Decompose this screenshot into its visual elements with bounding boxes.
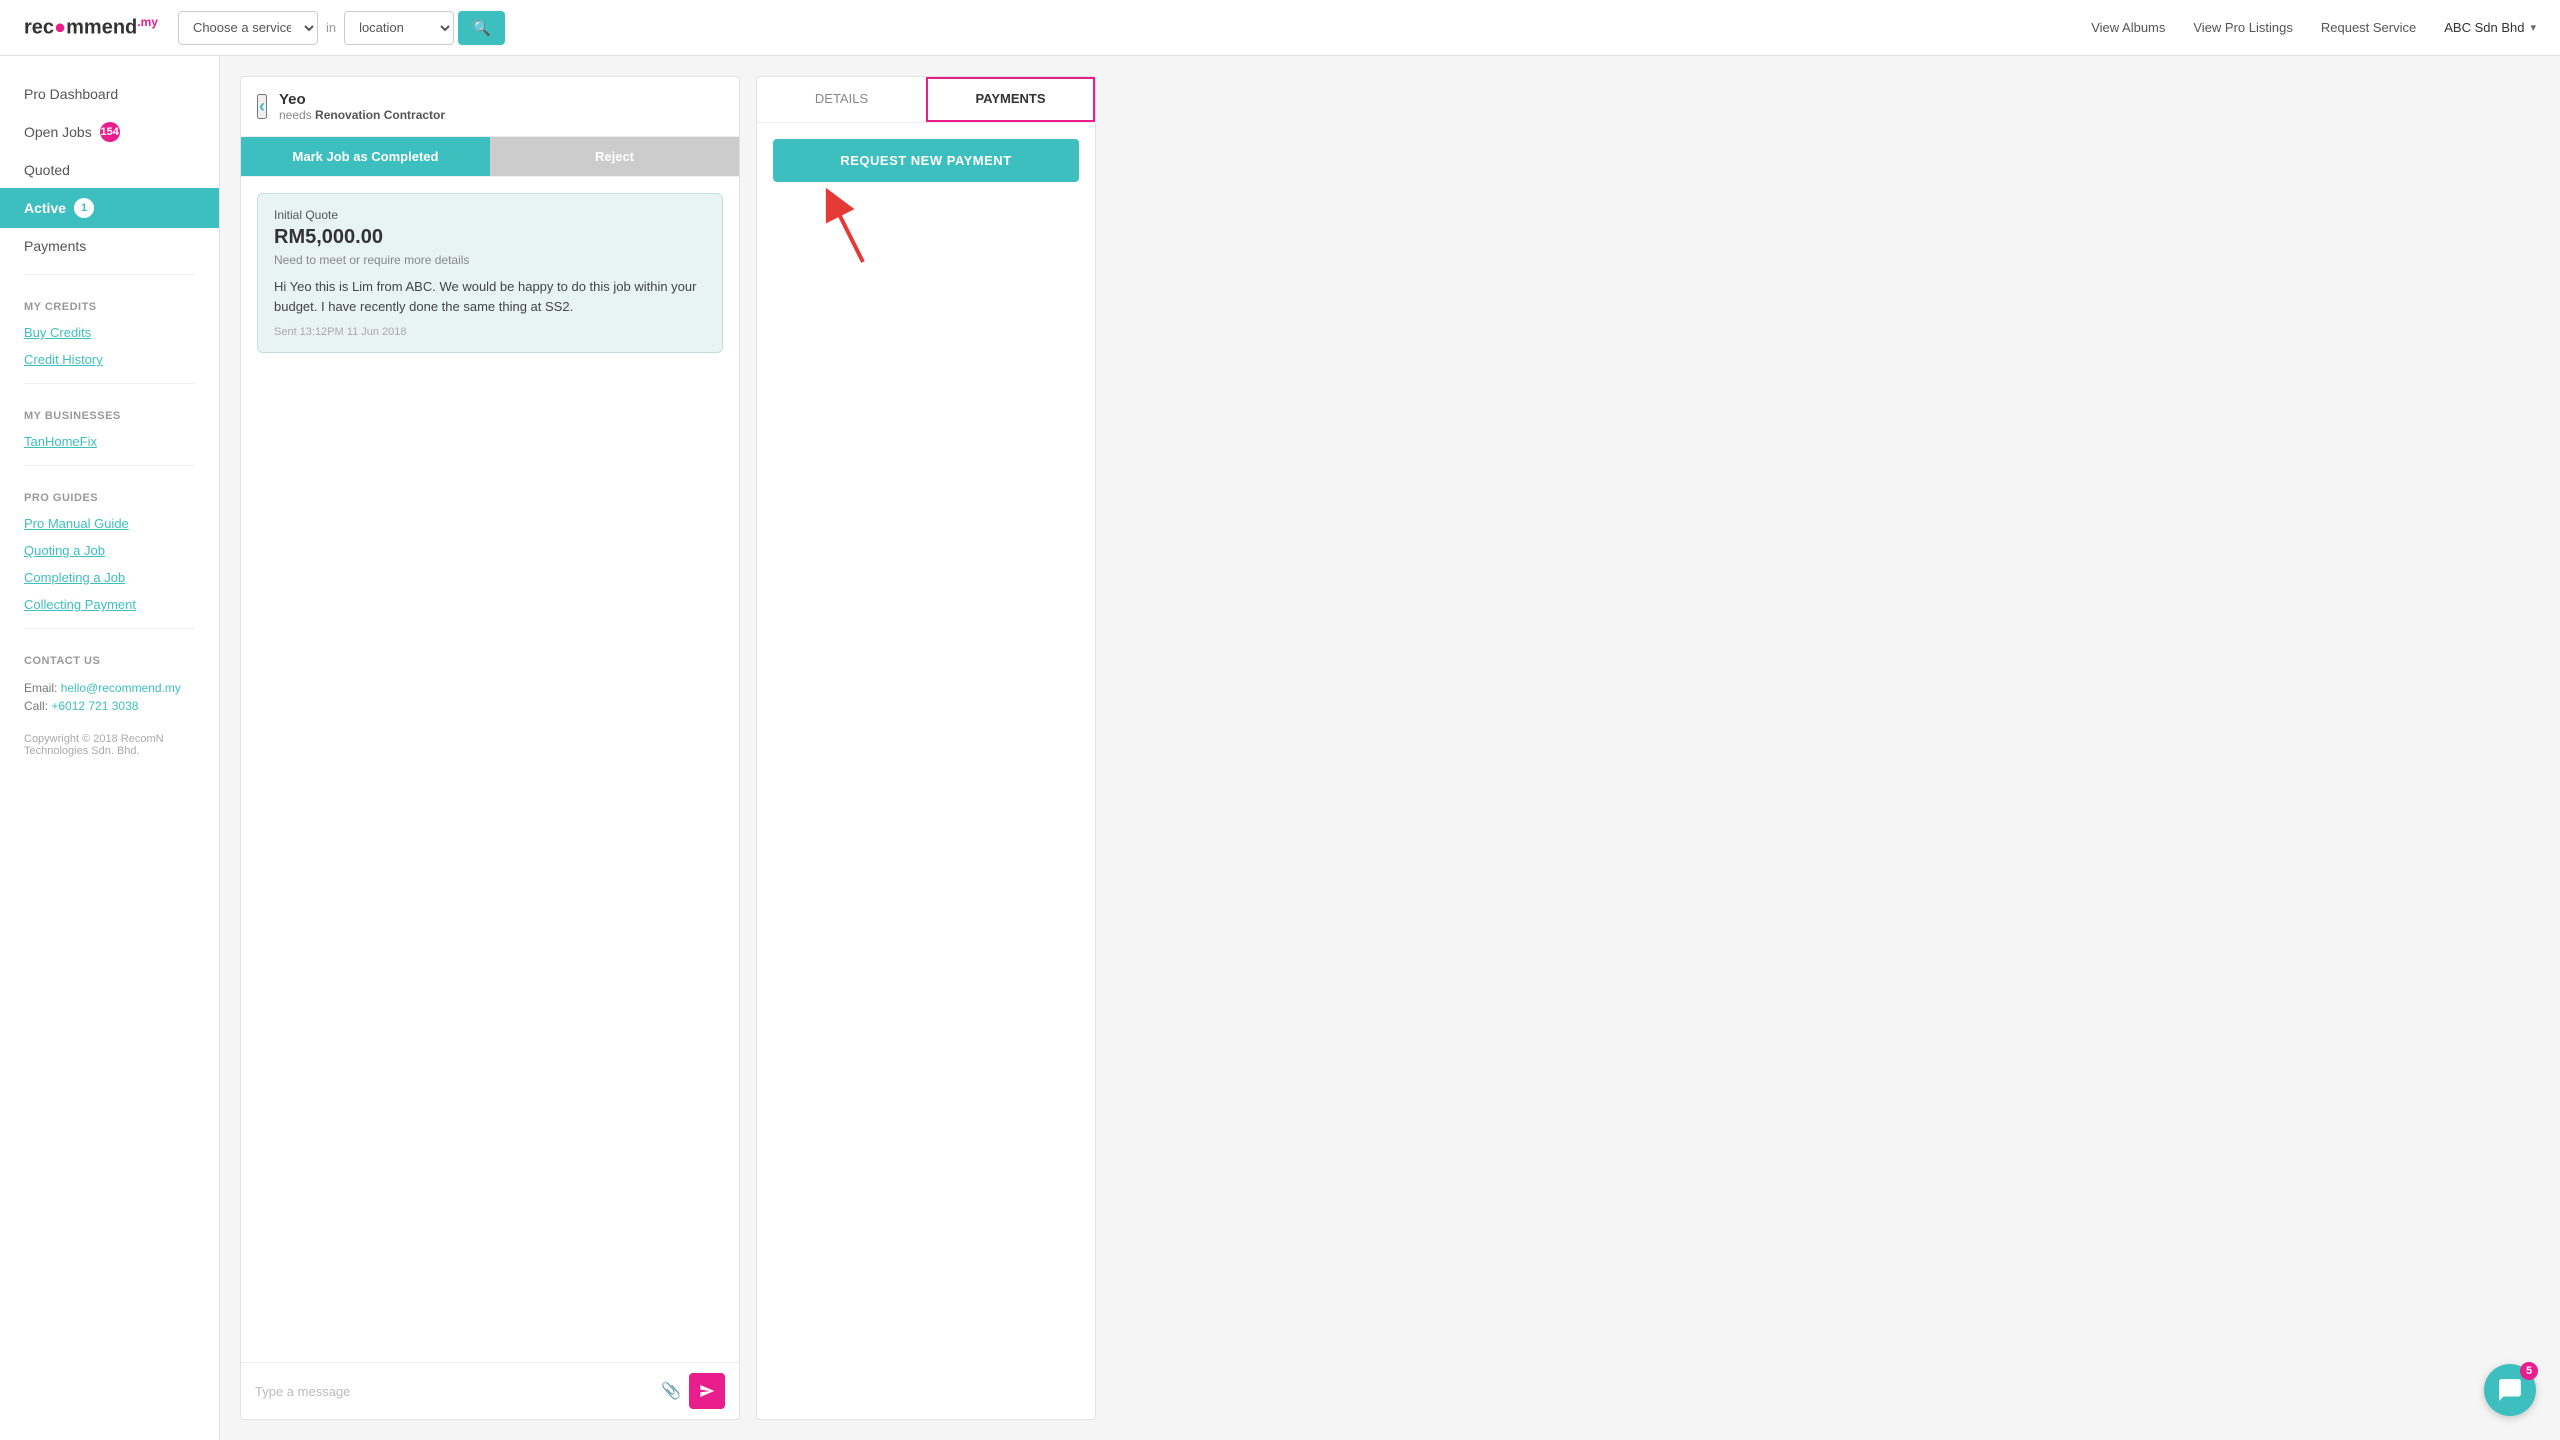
back-button[interactable]: ‹: [257, 94, 267, 119]
business-link[interactable]: TanHomeFix: [0, 428, 219, 455]
sidebar-label-open-jobs: Open Jobs: [24, 124, 92, 140]
sidebar-item-payments[interactable]: Payments: [0, 228, 219, 264]
panel-content: REQUEST NEW PAYMENT: [757, 123, 1095, 1419]
divider-4: [24, 628, 195, 629]
quote-message: Hi Yeo this is Lim from ABC. We would be…: [274, 277, 706, 316]
email-link[interactable]: hello@recommend.my: [61, 681, 181, 695]
my-credits-title: MY CREDITS: [0, 285, 219, 319]
customer-name: Yeo: [279, 91, 445, 108]
page-wrapper: Pro Dashboard Open Jobs 154 Quoted Activ…: [0, 56, 2560, 1440]
divider-3: [24, 465, 195, 466]
call-label: Call:: [24, 699, 51, 713]
attachment-icon[interactable]: 📎: [661, 1381, 681, 1401]
sidebar-label-pro-dashboard: Pro Dashboard: [24, 86, 118, 102]
divider-1: [24, 274, 195, 275]
quote-label: Initial Quote: [274, 208, 706, 222]
quote-card: Initial Quote RM5,000.00 Need to meet or…: [257, 193, 723, 353]
active-badge: 1: [74, 198, 94, 218]
view-pro-listings-link[interactable]: View Pro Listings: [2193, 20, 2292, 35]
phone-link[interactable]: +6012 721 3038: [51, 699, 138, 713]
logo-text: rec: [24, 17, 54, 39]
message-input[interactable]: [255, 1384, 653, 1399]
sidebar-item-quoted[interactable]: Quoted: [0, 152, 219, 188]
tab-payments[interactable]: PAYMENTS: [926, 77, 1095, 122]
copyright-text: Copywright © 2018 RecomN Technologies Sd…: [0, 725, 219, 765]
header-nav: View Albums View Pro Listings Request Se…: [2091, 20, 2536, 35]
in-label: in: [322, 20, 340, 35]
user-name: ABC Sdn Bhd: [2444, 20, 2524, 35]
search-bar: Choose a service in location 🔍: [178, 11, 505, 45]
pro-manual-guide-link[interactable]: Pro Manual Guide: [0, 510, 219, 537]
user-menu[interactable]: ABC Sdn Bhd ▾: [2444, 20, 2536, 35]
job-type: Renovation Contractor: [315, 108, 445, 122]
mark-completed-button[interactable]: Mark Job as Completed: [241, 137, 490, 176]
reject-button[interactable]: Reject: [490, 137, 739, 176]
request-payment-button[interactable]: REQUEST NEW PAYMENT: [773, 139, 1079, 182]
details-panel: DETAILS PAYMENTS REQUEST NEW PAYMENT: [756, 76, 1096, 1420]
logo-ommend: mmend: [66, 17, 137, 39]
logo: rec●mmend.my: [24, 15, 158, 40]
collecting-payment-link[interactable]: Collecting Payment: [0, 591, 219, 618]
arrow-annotation: [773, 182, 1079, 282]
job-panel: ‹ Yeo needs Renovation Contractor Mark J…: [240, 76, 740, 1420]
panel-tabs: DETAILS PAYMENTS: [757, 77, 1095, 123]
contact-info: Email: hello@recommend.my Call: +6012 72…: [0, 673, 219, 725]
main-content: ‹ Yeo needs Renovation Contractor Mark J…: [220, 56, 2560, 1440]
quote-amount: RM5,000.00: [274, 226, 706, 249]
sidebar-item-active[interactable]: Active 1: [0, 188, 219, 228]
send-button[interactable]: [689, 1373, 725, 1409]
job-info: Yeo needs Renovation Contractor: [279, 91, 445, 122]
contact-us-title: CONTACT US: [0, 639, 219, 673]
sidebar-label-payments: Payments: [24, 238, 86, 254]
red-arrow-icon: [813, 182, 893, 272]
tab-details[interactable]: DETAILS: [757, 77, 926, 122]
sidebar-item-open-jobs[interactable]: Open Jobs 154: [0, 112, 219, 152]
open-jobs-badge: 154: [100, 122, 120, 142]
quote-note: Need to meet or require more details: [274, 253, 706, 267]
request-service-link[interactable]: Request Service: [2321, 20, 2416, 35]
job-messages: Initial Quote RM5,000.00 Need to meet or…: [241, 177, 739, 1362]
job-actions: Mark Job as Completed Reject: [241, 137, 739, 177]
sidebar-item-pro-dashboard[interactable]: Pro Dashboard: [0, 76, 219, 112]
contact-phone-line: Call: +6012 721 3038: [24, 699, 195, 713]
logo-my: .my: [137, 15, 158, 29]
credit-history-link[interactable]: Credit History: [0, 346, 219, 373]
quoting-a-job-link[interactable]: Quoting a Job: [0, 537, 219, 564]
header: rec●mmend.my Choose a service in locatio…: [0, 0, 2560, 56]
chat-support-badge: 5: [2520, 1362, 2538, 1380]
search-button[interactable]: 🔍: [458, 11, 505, 45]
logo-dot: ●: [54, 17, 66, 39]
location-select[interactable]: location: [344, 11, 454, 45]
service-select[interactable]: Choose a service: [178, 11, 318, 45]
job-header: ‹ Yeo needs Renovation Contractor: [241, 77, 739, 137]
email-label: Email:: [24, 681, 61, 695]
chat-support-button[interactable]: 5: [2484, 1364, 2536, 1416]
job-description: needs Renovation Contractor: [279, 108, 445, 122]
completing-a-job-link[interactable]: Completing a Job: [0, 564, 219, 591]
pro-guides-title: PRO GUIDES: [0, 476, 219, 510]
chevron-down-icon: ▾: [2530, 21, 2536, 34]
view-albums-link[interactable]: View Albums: [2091, 20, 2165, 35]
sidebar-label-active: Active: [24, 200, 66, 216]
sidebar: Pro Dashboard Open Jobs 154 Quoted Activ…: [0, 56, 220, 1440]
my-businesses-title: MY BUSINESSES: [0, 394, 219, 428]
sidebar-label-quoted: Quoted: [24, 162, 70, 178]
quote-timestamp: Sent 13:12PM 11 Jun 2018: [274, 326, 706, 338]
contact-email-line: Email: hello@recommend.my: [24, 681, 195, 695]
chat-icon: [2497, 1377, 2523, 1403]
message-input-bar: 📎: [241, 1362, 739, 1419]
buy-credits-link[interactable]: Buy Credits: [0, 319, 219, 346]
divider-2: [24, 383, 195, 384]
